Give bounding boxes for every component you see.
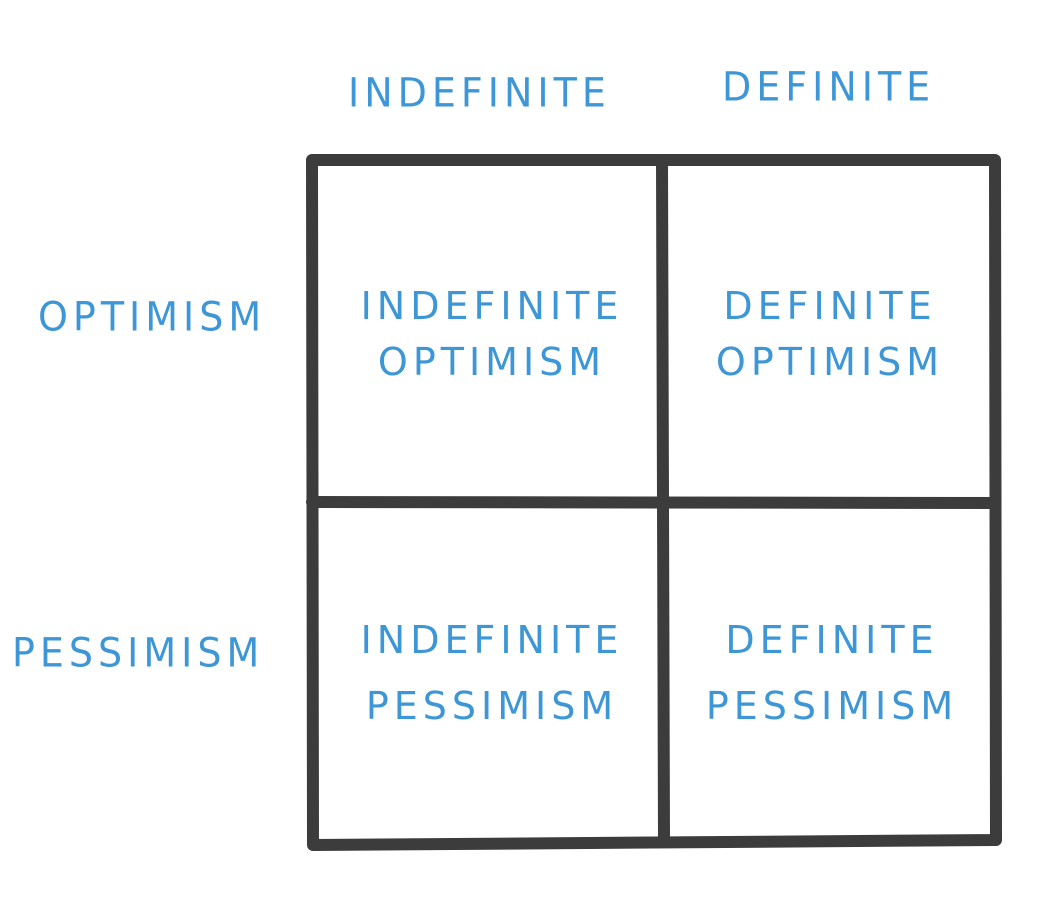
cell-line-1: DEFINITE: [723, 284, 937, 328]
grid-horizontal-divider: [306, 496, 1001, 509]
cell-line-2: PESSIMISM: [705, 684, 959, 728]
cell-definite-optimism: DEFINITE OPTIMISM: [660, 278, 1000, 390]
cell-indefinite-pessimism: INDEFINITE PESSIMISM: [322, 612, 662, 734]
column-label-definite: DEFINITE: [722, 63, 936, 111]
cell-line-2: PESSIMISM: [365, 684, 619, 728]
row-label-pessimism: PESSIMISM: [12, 629, 265, 677]
cell-line-2: OPTIMISM: [377, 340, 607, 384]
cell-indefinite-optimism: INDEFINITE OPTIMISM: [322, 278, 662, 390]
quadrant-grid: [306, 154, 1002, 851]
row-label-optimism: OPTIMISM: [38, 293, 267, 341]
column-label-indefinite: INDEFINITE: [348, 69, 611, 117]
cell-line-1: INDEFINITE: [360, 618, 624, 662]
cell-definite-pessimism: DEFINITE PESSIMISM: [662, 612, 1002, 734]
cell-line-2: OPTIMISM: [715, 340, 945, 384]
cell-line-1: INDEFINITE: [360, 284, 624, 328]
cell-line-1: DEFINITE: [725, 618, 939, 662]
